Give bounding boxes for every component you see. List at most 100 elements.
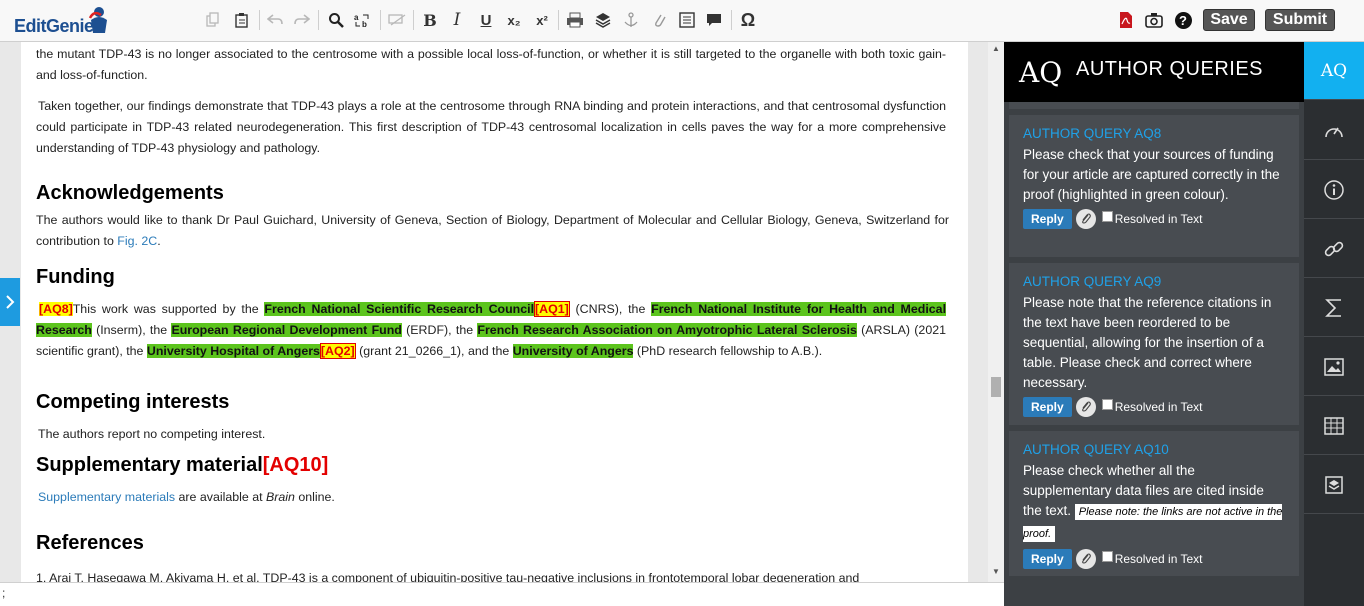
subscript-button[interactable]: x₂ (503, 9, 525, 31)
print-icon[interactable] (564, 9, 586, 31)
save-button[interactable]: Save (1203, 9, 1255, 31)
undo-icon[interactable] (264, 9, 286, 31)
aq-card-body: Please note that the reference citations… (1023, 295, 1272, 390)
svg-text:b: b (362, 20, 367, 28)
scrollbar-thumb[interactable] (991, 377, 1001, 397)
funding-text: (grant 21_0266_1), and the (355, 344, 513, 358)
resolved-text: Resolved in Text (1114, 552, 1203, 566)
redo-icon[interactable] (291, 9, 313, 31)
funding-text: (PhD research fellowship to A.B.). (633, 344, 823, 358)
aq1-marker[interactable]: [AQ1] (534, 301, 570, 317)
resolved-checkbox[interactable] (1101, 550, 1113, 562)
layers-icon[interactable] (592, 9, 614, 31)
toolbar-divider (318, 10, 319, 30)
copy-icon[interactable] (202, 9, 224, 31)
journal-name: Brain (265, 490, 295, 504)
acknowledgements-paragraph[interactable]: The authors would like to thank Dr Paul … (36, 210, 949, 252)
resolved-checkbox[interactable] (1101, 398, 1113, 410)
bold-button[interactable]: B (419, 9, 441, 31)
form-icon[interactable] (676, 9, 698, 31)
attach-button[interactable] (1075, 397, 1096, 417)
funding-text: (Inserm), the (91, 323, 172, 337)
equations-tab[interactable] (1304, 279, 1364, 337)
aq2-marker[interactable]: [AQ2] (319, 343, 356, 359)
search-icon[interactable] (325, 9, 347, 31)
resolved-checkbox-label[interactable]: Resolved in Text (1101, 398, 1203, 414)
aq-panel-title: AUTHOR QUERIES (1076, 58, 1264, 80)
tables-tab[interactable] (1304, 397, 1364, 455)
scroll-down-arrow-icon[interactable]: ▼ (992, 567, 1000, 576)
funding-text: This work was supported by the (72, 302, 265, 316)
pdf-icon[interactable] (1115, 9, 1137, 31)
heading-acknowledgements[interactable]: Acknowledgements (36, 182, 224, 205)
heading-references[interactable]: References (36, 532, 144, 555)
comment-icon[interactable] (703, 9, 725, 31)
competing-paragraph[interactable]: The authors report no competing interest… (38, 424, 265, 445)
funder-highlight: French National Scientific Research Coun… (264, 302, 535, 316)
reference-item[interactable]: 1. Arai T, Hasegawa M, Akiyama H, et al.… (36, 568, 859, 582)
link-icon[interactable] (648, 9, 670, 31)
document-page[interactable]: the mutant TDP-43 is no longer associate… (21, 42, 968, 582)
document-scrollbar[interactable] (988, 42, 1004, 582)
expand-panel-button[interactable] (0, 278, 20, 326)
help-icon[interactable]: ? (1172, 9, 1194, 31)
aq10-marker[interactable]: [AQ10] (263, 454, 329, 476)
info-tab[interactable] (1304, 161, 1364, 219)
svg-text:a: a (354, 13, 359, 22)
heading-supplementary[interactable]: Supplementary material[AQ10] (36, 454, 328, 477)
resolved-checkbox-label[interactable]: Resolved in Text (1101, 550, 1203, 566)
aq8-marker[interactable]: [AQ8] (39, 302, 73, 316)
aq-card-aq9: AUTHOR QUERY AQ9 Please note that the re… (1009, 263, 1299, 425)
camera-icon[interactable] (1143, 9, 1165, 31)
reply-button[interactable]: Reply (1023, 397, 1072, 417)
aq-tab[interactable]: AQ (1304, 42, 1364, 100)
paperclip-icon (1081, 213, 1091, 224)
logo-figure-icon (88, 7, 107, 33)
supp-text: are available at (175, 490, 266, 504)
track-changes-icon[interactable] (386, 9, 408, 31)
italic-button[interactable]: I (446, 9, 468, 31)
reply-button[interactable]: Reply (1023, 209, 1072, 229)
heading-competing-interests[interactable]: Competing interests (36, 391, 229, 414)
special-characters-button[interactable]: Ω (737, 9, 759, 31)
aq-tab-label: AQ (1320, 60, 1348, 81)
sigma-icon (1325, 298, 1341, 317)
funding-text: (ERDF), the (401, 323, 478, 337)
document-area: the mutant TDP-43 is no longer associate… (0, 42, 1004, 582)
figure-link[interactable]: Fig. 2C (117, 234, 157, 248)
body-paragraph[interactable]: the mutant TDP-43 is no longer associate… (36, 44, 946, 86)
find-replace-icon[interactable]: ab (352, 9, 374, 31)
images-tab[interactable] (1304, 338, 1364, 396)
paste-icon[interactable] (231, 9, 253, 31)
toolbar-divider (259, 10, 260, 30)
attach-button[interactable] (1075, 209, 1096, 229)
submit-button[interactable]: Submit (1265, 9, 1335, 31)
resolved-checkbox-label[interactable]: Resolved in Text (1101, 210, 1203, 226)
anchor-icon[interactable] (620, 9, 642, 31)
underline-button[interactable]: U (475, 9, 497, 31)
aq-card-actions: Reply Resolved in Text (1023, 549, 1285, 569)
attach-button[interactable] (1075, 549, 1096, 569)
body-paragraph[interactable]: Taken together, our findings demonstrate… (36, 96, 946, 159)
scroll-up-arrow-icon[interactable]: ▲ (992, 44, 1000, 53)
aq-card-body: Please check whether all the supplementa… (1023, 461, 1285, 545)
dashboard-tab[interactable] (1304, 102, 1364, 160)
funding-paragraph[interactable]: [AQ8]This work was supported by the Fren… (36, 299, 947, 362)
toolbar-divider (731, 10, 732, 30)
aq-panel-header: AQ AUTHOR QUERIES (1004, 42, 1304, 102)
logo-text: EditGenie (14, 16, 94, 36)
funder-highlight: University Hospital of Angers (146, 344, 320, 358)
funding-text: (CNRS), the (569, 302, 652, 316)
reply-button[interactable]: Reply (1023, 549, 1072, 569)
layers-tab[interactable] (1304, 456, 1364, 514)
heading-funding[interactable]: Funding (36, 266, 115, 289)
supplementary-link[interactable]: Supplementary materials (38, 490, 175, 504)
supplementary-paragraph[interactable]: Supplementary materials are available at… (38, 487, 335, 508)
status-bar: ; (0, 582, 1004, 606)
resolved-checkbox[interactable] (1101, 210, 1113, 222)
superscript-button[interactable]: x² (531, 9, 553, 31)
aq-card-previous-edge (1009, 102, 1299, 109)
links-tab[interactable] (1304, 220, 1364, 278)
supp-text: online. (294, 490, 335, 504)
right-icon-rail: AQ (1304, 42, 1364, 606)
